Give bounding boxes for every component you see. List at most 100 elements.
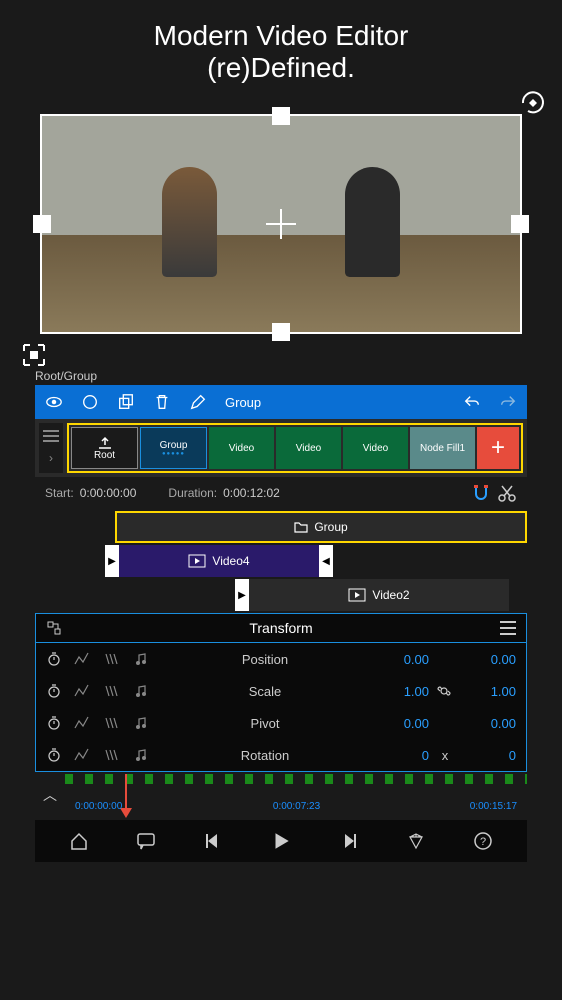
video-clip-icon (188, 554, 206, 568)
folder-icon (294, 521, 308, 533)
edit-icon[interactable] (189, 393, 207, 411)
step-forward-icon[interactable] (339, 831, 359, 851)
crop-icon[interactable] (22, 343, 46, 367)
copy-icon[interactable] (117, 393, 135, 411)
ruler-ticks (65, 774, 527, 784)
video-clip-icon (348, 588, 366, 602)
circle-icon[interactable] (81, 393, 99, 411)
help-icon[interactable]: ? (473, 831, 493, 851)
cut-icon[interactable] (497, 483, 517, 503)
menu-icon[interactable] (500, 621, 516, 635)
stopwatch-icon[interactable] (46, 715, 66, 731)
stagger-icon[interactable] (104, 652, 126, 666)
clip-video-3[interactable]: Video (343, 427, 408, 469)
value-1[interactable]: 0 (374, 748, 429, 763)
expand-tab-icon[interactable]: › (41, 449, 61, 467)
start-label: Start: (45, 486, 74, 500)
stagger-icon[interactable] (104, 716, 126, 730)
track-handle-right[interactable]: ◀ (319, 545, 333, 577)
side-tabs: › (39, 423, 63, 473)
value-1[interactable]: 1.00 (374, 684, 429, 699)
prop-label: Rotation (164, 748, 366, 763)
play-icon[interactable] (270, 830, 292, 852)
resize-handle-top[interactable] (272, 107, 290, 125)
track-clip-group[interactable]: Group (115, 511, 527, 543)
track-handle-left[interactable]: ▶ (105, 545, 119, 577)
clip-root[interactable]: Root (71, 427, 138, 469)
upload-icon (97, 436, 113, 450)
track-clip-video2[interactable]: Video2 (249, 579, 509, 611)
note-icon[interactable] (134, 716, 156, 730)
value-2[interactable]: 0.00 (461, 716, 516, 731)
timecode-1: 0:00:07:23 (273, 801, 320, 812)
graph-icon[interactable] (74, 748, 96, 762)
note-icon[interactable] (134, 748, 156, 762)
redo-icon[interactable] (499, 393, 517, 411)
graph-icon[interactable] (74, 684, 96, 698)
transform-title: Transform (62, 620, 500, 636)
headline-line1: Modern Video Editor (0, 20, 562, 52)
clip-row: › Root Group ●●●●● Video Video Video Nod… (35, 419, 527, 477)
clip-video-1[interactable]: Video (209, 427, 274, 469)
resize-handle-left[interactable] (33, 215, 51, 233)
breadcrumb: Root/Group (35, 369, 527, 383)
track-video4: ▶ Video4 ◀ (35, 545, 527, 577)
comment-icon[interactable] (136, 831, 156, 851)
link-icon[interactable] (437, 684, 453, 698)
link-icon[interactable]: x (437, 748, 453, 763)
preview-canvas[interactable] (40, 114, 522, 334)
clip-dots: ●●●●● (162, 451, 185, 457)
bottom-bar: ? (35, 820, 527, 862)
value-1[interactable]: 0.00 (374, 716, 429, 731)
clip-nodefill[interactable]: Node Fill1 (410, 427, 475, 469)
stopwatch-icon[interactable] (46, 747, 66, 763)
track-video2: ▶ Video2 (35, 579, 527, 611)
toolbar-label: Group (225, 395, 445, 410)
clip-group[interactable]: Group ●●●●● (140, 427, 207, 469)
value-2[interactable]: 0 (461, 748, 516, 763)
time-ruler[interactable]: 0:00:00:00 0:00:07:23 0:00:15:17 (65, 774, 527, 816)
value-2[interactable]: 0.00 (461, 652, 516, 667)
headline: Modern Video Editor (re)Defined. (0, 0, 562, 94)
note-icon[interactable] (134, 684, 156, 698)
note-icon[interactable] (134, 652, 156, 666)
stagger-icon[interactable] (104, 748, 126, 762)
track-group: Group (35, 511, 527, 543)
value-2[interactable]: 1.00 (461, 684, 516, 699)
step-back-icon[interactable] (203, 831, 223, 851)
transform-row-scale: Scale1.001.00 (36, 675, 526, 707)
expand-icon[interactable]: ︿ (35, 785, 65, 805)
resize-handle-bottom[interactable] (272, 323, 290, 341)
magnet-icon[interactable] (471, 483, 491, 503)
resize-handle-right[interactable] (511, 215, 529, 233)
playhead[interactable] (125, 774, 127, 816)
prop-label: Pivot (164, 716, 366, 731)
stagger-icon[interactable] (104, 684, 126, 698)
layers-tab-icon[interactable] (41, 427, 61, 445)
transform-header: Transform (36, 614, 526, 643)
clip-root-label: Root (94, 450, 115, 461)
transform-row-pivot: Pivot 0.00 0.00 (36, 707, 526, 739)
duration-value[interactable]: 0:00:12:02 (223, 486, 280, 500)
track-clip-video4[interactable]: Video4 (119, 545, 319, 577)
home-icon[interactable] (69, 831, 89, 851)
value-1[interactable]: 0.00 (374, 652, 429, 667)
eye-icon[interactable] (45, 393, 63, 411)
graph-icon[interactable] (74, 716, 96, 730)
trash-icon[interactable] (153, 393, 171, 411)
clip-video-2[interactable]: Video (276, 427, 341, 469)
transform-box-icon[interactable] (46, 620, 62, 636)
stopwatch-icon[interactable] (46, 683, 66, 699)
prop-label: Position (164, 652, 366, 667)
clip-add-button[interactable]: + (477, 427, 519, 469)
diamond-icon[interactable] (406, 831, 426, 851)
pivot-crosshair[interactable] (266, 209, 296, 239)
headline-line2: (re)Defined. (0, 52, 562, 84)
timecode-0: 0:00:00:00 (75, 801, 122, 812)
graph-icon[interactable] (74, 652, 96, 666)
stopwatch-icon[interactable] (46, 651, 66, 667)
track-handle-left-2[interactable]: ▶ (235, 579, 249, 611)
undo-icon[interactable] (463, 393, 481, 411)
rotate-handle[interactable] (518, 88, 548, 118)
start-value[interactable]: 0:00:00:00 (80, 486, 137, 500)
